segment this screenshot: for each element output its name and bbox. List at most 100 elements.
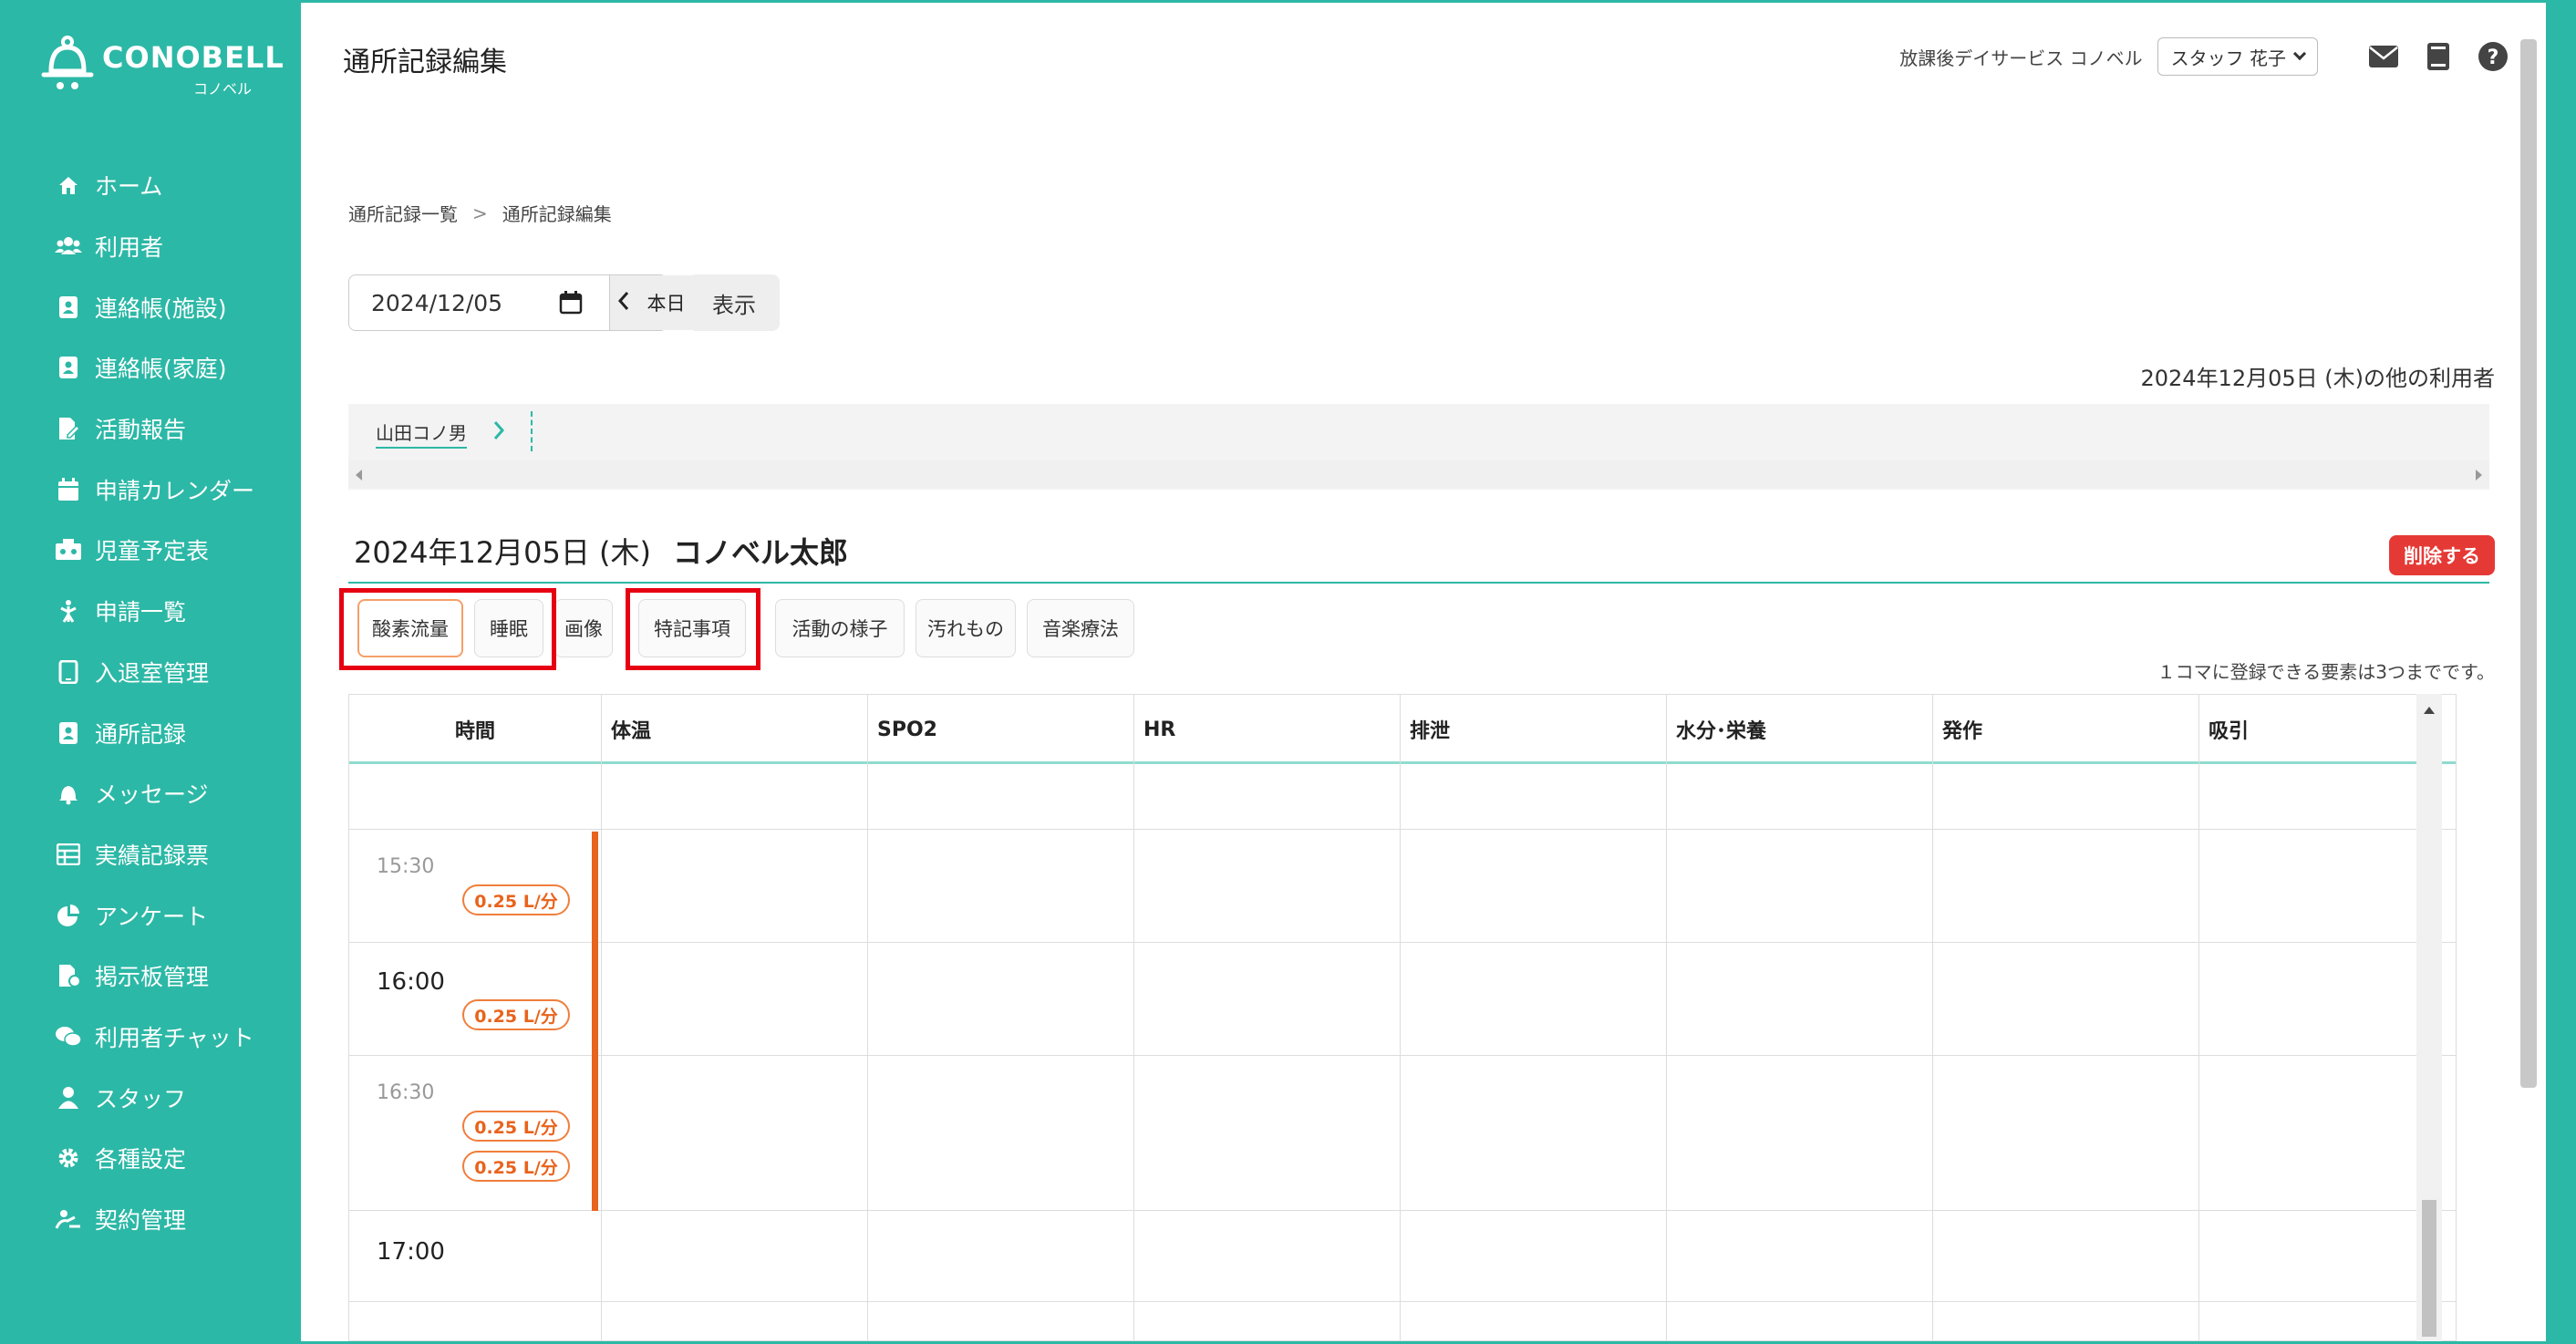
sidebar-item-child-schedule[interactable]: 児童予定表 bbox=[0, 520, 301, 581]
app-logo[interactable]: CONOBELL コノベル bbox=[40, 35, 284, 98]
col-header-time: 時間 bbox=[454, 720, 495, 743]
sidebar-item-label: 契約管理 bbox=[95, 1207, 187, 1235]
mail-icon[interactable] bbox=[2367, 40, 2400, 73]
prev-day-icon[interactable] bbox=[617, 291, 630, 315]
tab-music-therapy[interactable]: 音楽療法 bbox=[1027, 599, 1134, 657]
staff-name: スタッフ 花子 bbox=[2170, 47, 2286, 69]
date-value: 2024/12/05 bbox=[371, 289, 503, 316]
oxygen-badge[interactable]: 0.25 L/分 bbox=[462, 1111, 570, 1142]
home-icon bbox=[55, 171, 82, 199]
breadcrumb-current: 通所記録編集 bbox=[502, 203, 612, 225]
delete-button[interactable]: 削除する bbox=[2389, 535, 2495, 575]
sidebar-item-request-list[interactable]: 申請一覧 bbox=[0, 581, 301, 642]
sidebar-item-label: 利用者チャット bbox=[95, 1024, 254, 1051]
sidebar-item-home[interactable]: ホーム bbox=[0, 155, 301, 216]
sidebar-item-contract[interactable]: 契約管理 bbox=[0, 1189, 301, 1250]
manual-book-icon[interactable] bbox=[2422, 40, 2455, 73]
chevron-right-icon[interactable] bbox=[485, 417, 512, 444]
today-button[interactable]: 本日 bbox=[647, 289, 686, 316]
sidebar-item-contact-home[interactable]: 連絡帳(家庭) bbox=[0, 337, 301, 398]
sidebar-item-attendance-record[interactable]: 通所記録 bbox=[0, 702, 301, 763]
sidebar-item-performance[interactable]: 実績記録票 bbox=[0, 824, 301, 885]
staff-select[interactable]: スタッフ 花子 bbox=[2157, 37, 2318, 76]
page-scroll-thumb[interactable] bbox=[2520, 39, 2537, 1088]
oxygen-duration-bar[interactable] bbox=[592, 832, 598, 1211]
calendar-picker-icon[interactable] bbox=[559, 291, 583, 315]
show-button[interactable]: 表示 bbox=[688, 274, 780, 331]
brand-name: CONOBELL bbox=[102, 40, 284, 75]
breadcrumb-record-list[interactable]: 通所記録一覧 bbox=[348, 200, 458, 226]
sidebar-item-label: 活動報告 bbox=[95, 417, 187, 444]
sidebar-item-entry-exit[interactable]: 入退室管理 bbox=[0, 642, 301, 703]
scroll-up-icon[interactable] bbox=[2424, 707, 2435, 714]
record-user-name: コノベル太郎 bbox=[673, 535, 849, 570]
sidebar-item-message[interactable]: メッセージ bbox=[0, 763, 301, 824]
report-icon bbox=[55, 415, 82, 442]
date-input[interactable]: 2024/12/05 本日 bbox=[348, 274, 722, 331]
breadcrumb: 通所記録一覧 > 通所記録編集 bbox=[348, 200, 612, 226]
sidebar-item-label: アンケート bbox=[95, 903, 209, 930]
sidebar-item-label: メッセージ bbox=[95, 781, 209, 809]
scroll-thumb[interactable] bbox=[2422, 1200, 2436, 1337]
sidebar-item-activity-report[interactable]: 活動報告 bbox=[0, 398, 301, 460]
sidebar: CONOBELL コノベル ホーム 利用者 連絡帳(施設) 連絡帳(家庭) 活動… bbox=[0, 0, 301, 1344]
oxygen-badge[interactable]: 0.25 L/分 bbox=[462, 999, 570, 1030]
contract-icon bbox=[55, 1205, 82, 1233]
schedule-icon bbox=[55, 536, 82, 563]
sidebar-item-label: スタッフ bbox=[95, 1085, 187, 1112]
sidebar-item-users[interactable]: 利用者 bbox=[0, 216, 301, 277]
table-row[interactable]: 17:00 bbox=[349, 1211, 2456, 1302]
other-users-bar: 山田コノ男 bbox=[348, 404, 2489, 490]
gear-icon bbox=[55, 1144, 82, 1172]
horizontal-scrollbar[interactable] bbox=[348, 460, 2489, 488]
sidebar-item-label: 入退室管理 bbox=[95, 659, 210, 687]
limit-note: １コマに登録できる要素は3つまでです。 bbox=[2157, 661, 2495, 683]
sidebar-item-board[interactable]: 掲示板管理 bbox=[0, 946, 301, 1007]
title-divider bbox=[348, 582, 2489, 584]
tablet-icon bbox=[55, 658, 82, 686]
sidebar-item-staff[interactable]: スタッフ bbox=[0, 1067, 301, 1128]
tab-soiled-items[interactable]: 汚れもの bbox=[916, 599, 1016, 657]
sidebar-item-settings[interactable]: 各種設定 bbox=[0, 1128, 301, 1189]
col-header-temp: 体温 bbox=[601, 695, 867, 764]
chat-icon bbox=[55, 1023, 82, 1050]
sidebar-item-label: 各種設定 bbox=[95, 1146, 187, 1173]
grid-vertical-scrollbar[interactable] bbox=[2416, 694, 2442, 1341]
table-row[interactable]: 16:30 0.25 L/分 0.25 L/分 bbox=[349, 1056, 2456, 1211]
sidebar-item-contact-facility[interactable]: 連絡帳(施設) bbox=[0, 276, 301, 337]
page-title: 通所記録編集 bbox=[343, 47, 507, 78]
facility-name: 放課後デイサービス コノベル bbox=[1899, 47, 2143, 69]
sidebar-item-label: 申請カレンダー bbox=[95, 477, 255, 504]
record-grid: 時間 体温 SPO2 HR 排泄 水分･栄養 発作 吸引 15:30 0.25 … bbox=[348, 694, 2457, 1341]
sidebar-item-user-chat[interactable]: 利用者チャット bbox=[0, 1007, 301, 1068]
bell-logo-icon bbox=[41, 36, 94, 89]
table-row[interactable] bbox=[349, 767, 2456, 830]
sidebar-nav: ホーム 利用者 連絡帳(施設) 連絡帳(家庭) 活動報告 申請カレンダー 児童予… bbox=[0, 155, 301, 1249]
help-icon[interactable]: ? bbox=[2477, 40, 2509, 73]
scroll-left-icon[interactable] bbox=[356, 470, 362, 481]
col-header-hydration: 水分･栄養 bbox=[1666, 695, 1932, 764]
other-user-link[interactable]: 山田コノ男 bbox=[376, 419, 467, 449]
grid-header: 時間 体温 SPO2 HR 排泄 水分･栄養 発作 吸引 bbox=[349, 695, 2456, 764]
table-row[interactable]: 15:30 0.25 L/分 bbox=[349, 830, 2456, 943]
contact-book-icon bbox=[55, 294, 82, 321]
sidebar-item-label: 申請一覧 bbox=[95, 599, 187, 626]
col-header-seizure: 発作 bbox=[1932, 695, 2198, 764]
scroll-right-icon[interactable] bbox=[2476, 470, 2482, 481]
tab-image[interactable]: 画像 bbox=[554, 599, 613, 657]
svg-text:?: ? bbox=[2488, 47, 2499, 69]
oxygen-badge[interactable]: 0.25 L/分 bbox=[462, 1151, 570, 1182]
page-scrollbar[interactable] bbox=[2519, 39, 2539, 1325]
pie-chart-icon bbox=[55, 902, 82, 929]
sidebar-item-survey[interactable]: アンケート bbox=[0, 884, 301, 946]
table-row[interactable]: 16:00 0.25 L/分 bbox=[349, 943, 2456, 1056]
sidebar-item-request-calendar[interactable]: 申請カレンダー bbox=[0, 459, 301, 520]
time-label: 17:00 bbox=[377, 1238, 445, 1266]
tab-activity[interactable]: 活動の様子 bbox=[775, 599, 905, 657]
oxygen-badge[interactable]: 0.25 L/分 bbox=[462, 884, 570, 915]
record-icon bbox=[55, 719, 82, 747]
request-list-icon bbox=[55, 597, 82, 625]
highlight-box bbox=[626, 588, 760, 670]
users-icon bbox=[55, 233, 82, 260]
sidebar-item-label: 実績記録票 bbox=[95, 842, 210, 869]
